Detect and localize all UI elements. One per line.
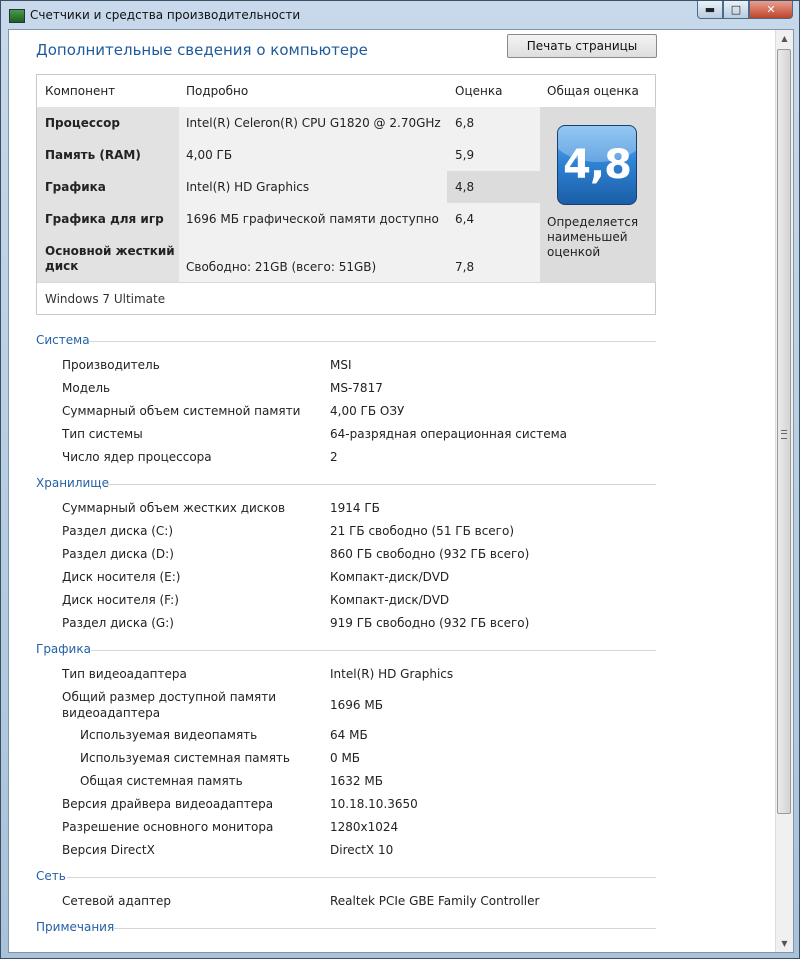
section-title-network: Сеть <box>36 869 66 883</box>
component-score: 7,8 <box>447 235 540 282</box>
base-score-value: 4,8 <box>563 142 632 188</box>
grip-icon <box>781 430 787 439</box>
component-details: Intel(R) HD Graphics <box>179 171 447 203</box>
scroll-down-arrow-icon[interactable]: ▼ <box>776 935 793 952</box>
property-value: MS-7817 <box>330 381 383 395</box>
property-label: Число ядер процессора <box>62 450 212 464</box>
base-score-panel: 4,8 Определяется наименьшей оценкой <box>540 107 656 282</box>
content-area: Дополнительные сведения о компьютере Печ… <box>8 29 794 953</box>
scroll-up-arrow-icon[interactable]: ▲ <box>776 30 793 47</box>
property-value: Компакт-диск/DVD <box>330 570 450 584</box>
property-label: Производитель <box>62 358 160 372</box>
property-label: Используемая системная память <box>80 751 290 765</box>
section-title-notes: Примечания <box>36 920 115 934</box>
maximize-button[interactable]: □ <box>723 1 749 19</box>
property-label: Тип системы <box>62 427 143 441</box>
title-bar[interactable]: Счетчики и средства производительности ▬… <box>1 1 799 29</box>
property-label: Тип видеоадаптера <box>62 667 187 681</box>
property-label: Модель <box>62 381 111 395</box>
caption-buttons: ▬ □ ✕ <box>697 1 793 20</box>
property-value: 64 МБ <box>330 728 368 742</box>
section-title-system: Система <box>36 333 90 347</box>
divider <box>37 282 655 283</box>
property-value: 860 ГБ свободно (932 ГБ всего) <box>330 547 530 561</box>
property-label: Диск носителя (F:) <box>62 593 179 607</box>
property-value: 1696 МБ <box>330 698 383 712</box>
component-score: 6,4 <box>447 203 540 235</box>
property-value: 4,00 ГБ ОЗУ <box>330 404 405 418</box>
section-title-storage: Хранилище <box>36 476 109 490</box>
property-label: Версия DirectX <box>62 843 155 857</box>
divider <box>89 341 656 342</box>
score-row-hard-disk: Основной жесткий диск Свободно: 21GB (вс… <box>37 235 540 282</box>
property-value: 1632 МБ <box>330 774 383 788</box>
score-row-processor: Процессор Intel(R) Celeron(R) CPU G1820 … <box>37 107 540 139</box>
window-title: Счетчики и средства производительности <box>30 8 301 22</box>
performance-window: Счетчики и средства производительности ▬… <box>0 0 800 959</box>
property-value: 0 МБ <box>330 751 361 765</box>
os-edition: Windows 7 Ultimate <box>45 292 166 306</box>
header-component: Компонент <box>45 84 116 98</box>
property-label: Суммарный объем жестких дисков <box>62 501 286 515</box>
divider <box>91 650 656 651</box>
score-row-gaming-graphics: Графика для игр 1696 МБ графической памя… <box>37 203 540 235</box>
property-label: Диск носителя (E:) <box>62 570 181 584</box>
header-score: Оценка <box>455 84 503 98</box>
minimize-button[interactable]: ▬ <box>697 1 723 19</box>
property-value: 919 ГБ свободно (932 ГБ всего) <box>330 616 530 630</box>
divider <box>67 877 656 878</box>
property-label: Суммарный объем системной памяти <box>62 404 301 418</box>
base-score-caption: Определяется наименьшей оценкой <box>547 215 639 259</box>
component-details: Intel(R) Celeron(R) CPU G1820 @ 2.70GHz <box>179 107 447 139</box>
divider <box>107 484 656 485</box>
property-label: Общая системная память <box>80 774 243 788</box>
performance-app-icon <box>9 9 25 23</box>
section-title-graphics: Графика <box>36 642 91 656</box>
property-value: MSI <box>330 358 352 372</box>
component-score: 5,9 <box>447 139 540 171</box>
component-score: 6,8 <box>447 107 540 139</box>
component-name: Графика <box>37 171 179 203</box>
property-label: Сетевой адаптер <box>62 894 172 908</box>
close-button[interactable]: ✕ <box>749 1 793 19</box>
property-value: 64-разрядная операционная система <box>330 427 568 441</box>
score-table: Компонент Подробно Оценка Общая оценка П… <box>36 74 656 315</box>
scrollbar-thumb[interactable] <box>777 49 791 814</box>
score-row-graphics: Графика Intel(R) HD Graphics 4,8 <box>37 171 540 203</box>
page-title: Дополнительные сведения о компьютере <box>36 41 368 59</box>
component-details: 4,00 ГБ <box>179 139 447 171</box>
component-details: 1696 МБ графической памяти доступно <box>179 203 447 235</box>
property-value: 1914 ГБ <box>330 501 380 515</box>
property-label: Раздел диска (G:) <box>62 616 174 630</box>
component-name: Графика для игр <box>37 203 179 235</box>
component-name: Основной жесткий диск <box>37 235 179 282</box>
property-value: 2 <box>330 450 338 464</box>
property-label: Версия драйвера видеоадаптера <box>62 797 274 811</box>
header-base-score: Общая оценка <box>547 84 639 98</box>
windows-experience-index-badge-icon: 4,8 <box>557 125 637 205</box>
property-value: 10.18.10.3650 <box>330 797 418 811</box>
property-value: DirectX 10 <box>330 843 394 857</box>
header-details: Подробно <box>186 84 249 98</box>
property-label: Разрешение основного монитора <box>62 820 274 834</box>
property-label: Используемая видеопамять <box>80 728 258 742</box>
print-page-button[interactable]: Печать страницы <box>507 34 657 58</box>
component-score-lowest: 4,8 <box>447 171 540 203</box>
component-name: Процессор <box>37 107 179 139</box>
vertical-scrollbar[interactable]: ▲ ▼ <box>775 30 793 952</box>
property-value: 1280x1024 <box>330 820 399 834</box>
property-label: Раздел диска (C:) <box>62 524 174 538</box>
component-name: Память (RAM) <box>37 139 179 171</box>
property-label: Раздел диска (D:) <box>62 547 174 561</box>
property-label: Общий размер доступной памяти <box>62 690 277 704</box>
property-value: 21 ГБ свободно (51 ГБ всего) <box>330 524 515 538</box>
property-value: Realtek PCIe GBE Family Controller <box>330 894 540 908</box>
score-row-memory: Память (RAM) 4,00 ГБ 5,9 <box>37 139 540 171</box>
property-value: Компакт-диск/DVD <box>330 593 450 607</box>
component-details: Свободно: 21GB (всего: 51GB) <box>179 235 447 282</box>
property-label: видеоадаптера <box>62 706 161 720</box>
property-value: Intel(R) HD Graphics <box>330 667 454 681</box>
divider <box>113 928 656 929</box>
